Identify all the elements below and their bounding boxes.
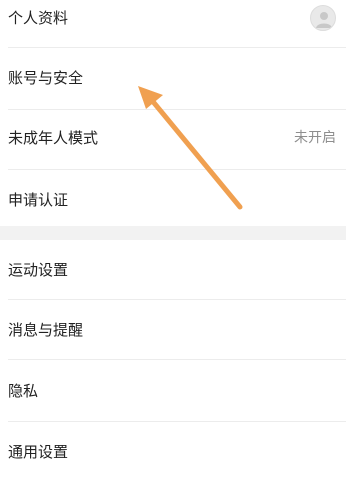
menu-item-label: 隐私 bbox=[8, 382, 39, 400]
menu-item-label: 消息与提醒 bbox=[8, 321, 84, 339]
menu-item-label: 未成年人模式 bbox=[8, 129, 99, 147]
section-gap bbox=[0, 226, 346, 240]
menu-item-label: 个人资料 bbox=[8, 9, 69, 27]
menu-item-label: 运动设置 bbox=[8, 261, 69, 279]
minor-mode-status: 未开启 bbox=[294, 130, 336, 146]
menu-item-apply-verification[interactable]: 申请认证 bbox=[0, 170, 346, 226]
menu-item-minor-mode[interactable]: 未成年人模式 未开启 bbox=[0, 110, 346, 170]
menu-item-label: 账号与安全 bbox=[8, 69, 84, 87]
user-avatar-icon bbox=[316, 12, 332, 28]
menu-item-messages-reminders[interactable]: 消息与提醒 bbox=[0, 300, 346, 360]
menu-item-label: 通用设置 bbox=[8, 443, 69, 461]
menu-item-sport-settings[interactable]: 运动设置 bbox=[0, 240, 346, 300]
menu-item-privacy[interactable]: 隐私 bbox=[0, 360, 346, 422]
avatar[interactable] bbox=[310, 5, 336, 31]
menu-item-profile[interactable]: 个人资料 bbox=[0, 0, 346, 48]
menu-item-label: 申请认证 bbox=[8, 191, 69, 209]
menu-item-general-settings[interactable]: 通用设置 bbox=[0, 422, 346, 482]
menu-item-account-security[interactable]: 账号与安全 bbox=[0, 48, 346, 110]
